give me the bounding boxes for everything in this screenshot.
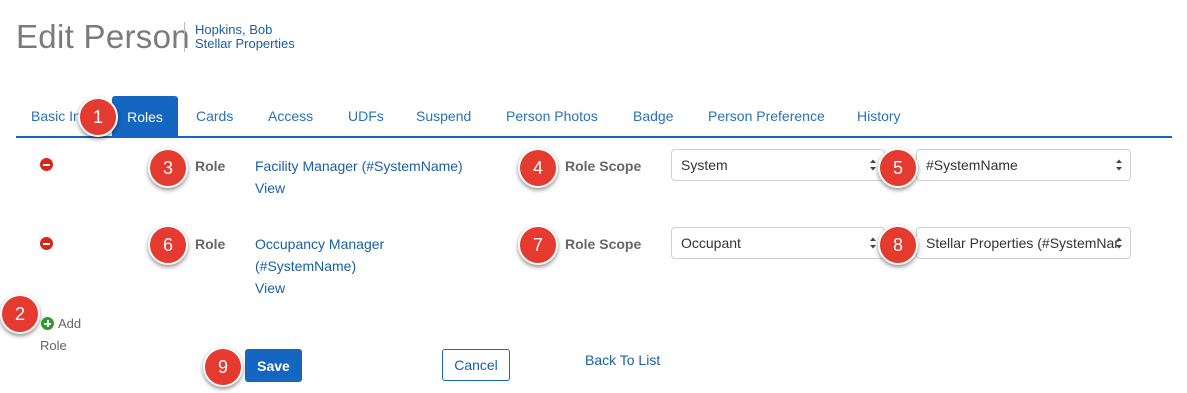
role-scope-label: Role Scope [565, 236, 642, 252]
scope-type-select[interactable]: Occupant [671, 227, 885, 259]
add-role-link-line2[interactable]: Role [40, 338, 67, 353]
select-arrows-icon [870, 237, 876, 249]
scope-type-value: Occupant [681, 235, 741, 251]
scope-type-select[interactable]: System [671, 149, 885, 181]
remove-role-icon[interactable] [40, 158, 53, 171]
scope-value: #SystemName [926, 157, 1018, 173]
step-badge-8: 8 [878, 225, 918, 265]
page-title: Edit Person [16, 18, 190, 55]
tab-basic-info[interactable]: Basic In [31, 108, 81, 124]
step-badge-4: 4 [518, 148, 558, 188]
role-label: Role [195, 158, 226, 174]
role-view-link[interactable]: View [255, 180, 285, 196]
scope-value-select[interactable]: #SystemName [916, 149, 1131, 181]
add-role-link[interactable]: Add [58, 316, 81, 331]
person-company: Stellar Properties [195, 36, 295, 51]
add-role-icon[interactable] [41, 317, 54, 330]
role-name-link[interactable]: Occupancy Manager (#SystemName) [255, 233, 384, 277]
tab-badge[interactable]: Badge [633, 108, 673, 124]
tab-underline [16, 136, 1172, 138]
tab-suspend[interactable]: Suspend [416, 108, 471, 124]
save-button[interactable]: Save [245, 349, 302, 382]
back-to-list-link[interactable]: Back To List [585, 352, 660, 368]
step-badge-1: 1 [78, 97, 118, 137]
tab-cards[interactable]: Cards [196, 108, 233, 124]
role-name-link[interactable]: Facility Manager (#SystemName) [255, 155, 463, 177]
select-arrows-icon [1116, 237, 1122, 249]
tab-person-photos[interactable]: Person Photos [506, 108, 598, 124]
scope-value-select[interactable]: Stellar Properties (#SystemNar [916, 227, 1131, 259]
step-badge-5: 5 [878, 148, 918, 188]
tab-access[interactable]: Access [268, 108, 313, 124]
scope-value: Stellar Properties (#SystemNar [926, 235, 1119, 251]
role-label: Role [195, 236, 226, 252]
step-badge-9: 9 [203, 347, 243, 387]
step-badge-6: 6 [148, 225, 188, 265]
person-name: Hopkins, Bob [195, 22, 273, 37]
remove-role-icon[interactable] [40, 237, 53, 250]
step-badge-7: 7 [518, 225, 558, 265]
role-view-link[interactable]: View [255, 280, 285, 296]
title-divider [184, 22, 185, 52]
select-arrows-icon [1116, 159, 1122, 171]
role-name-line2: (#SystemName) [255, 258, 357, 274]
tab-person-preference[interactable]: Person Preference [708, 108, 825, 124]
step-badge-2: 2 [0, 294, 40, 334]
cancel-button[interactable]: Cancel [442, 349, 510, 381]
tab-udfs[interactable]: UDFs [348, 108, 384, 124]
role-name-line1: Occupancy Manager [255, 236, 385, 252]
step-badge-3: 3 [148, 148, 188, 188]
scope-type-value: System [681, 157, 728, 173]
role-scope-label: Role Scope [565, 158, 642, 174]
tab-history[interactable]: History [857, 108, 901, 124]
select-arrows-icon [870, 159, 876, 171]
tab-roles[interactable]: Roles [112, 96, 178, 137]
